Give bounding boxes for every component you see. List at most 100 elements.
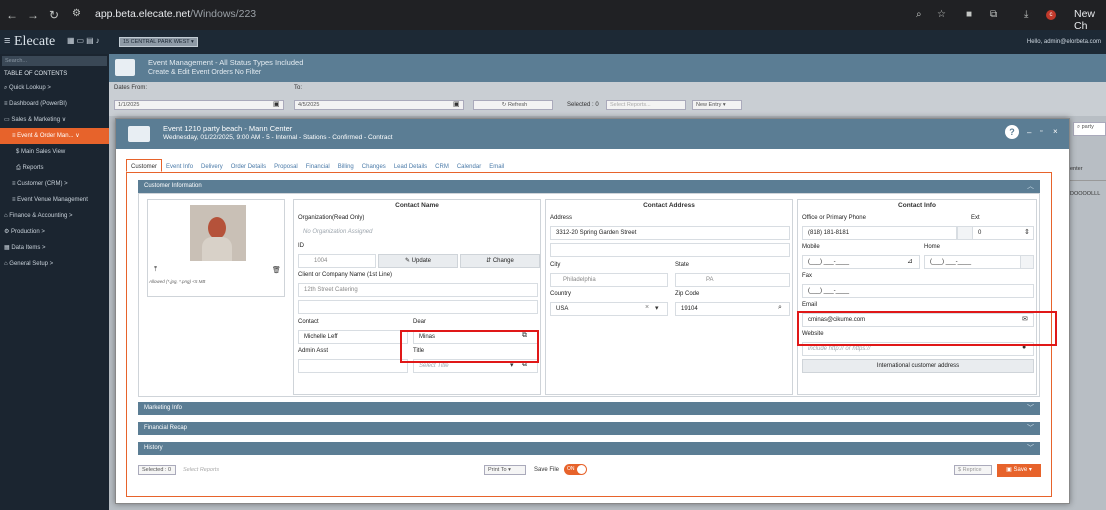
phone-field[interactable]: (818) 181-8181: [802, 226, 957, 240]
tab-customer[interactable]: Customer: [126, 159, 163, 172]
ext-label: Ext: [971, 215, 980, 221]
browser-toolbar: ← → ↻ ⚙ app.beta.elecate.net/Windows/223…: [0, 0, 1106, 32]
sidebar-item-sales-marketing[interactable]: ▭ Sales & Marketing ∨: [0, 112, 109, 128]
tab-calendar[interactable]: Calendar: [453, 160, 485, 173]
international-address-button[interactable]: International customer address: [802, 359, 1034, 373]
admin-asst-field[interactable]: [298, 359, 408, 373]
profile-avatar[interactable]: c: [1046, 10, 1056, 20]
city-field[interactable]: Philadelphia: [550, 273, 668, 287]
section-title: History: [144, 445, 163, 451]
client-line2-field[interactable]: [298, 300, 538, 314]
select-reports-input[interactable]: Select Reports...: [606, 100, 686, 110]
dates-from-input[interactable]: 1/1/2025: [114, 100, 284, 110]
home-field[interactable]: (___) ___-____: [924, 255, 1034, 269]
search-icon[interactable]: ⌕: [778, 304, 782, 312]
sidebar-item-dashboard[interactable]: ≡ Dashboard (PowerBI): [0, 96, 109, 112]
client-field[interactable]: 12th Street Catering: [298, 283, 538, 297]
property-select-value: 15 CENTRAL PARK WEST: [123, 39, 190, 45]
new-entry-button[interactable]: New Entry ▾: [692, 100, 742, 110]
upload-icon[interactable]: ⤒: [154, 266, 157, 274]
app-header: ≡ Elecate ▦▭▤♪ 15 CENTRAL PARK WEST ▾ He…: [0, 30, 1106, 54]
sidebar-item-reports[interactable]: ⎙ Reports: [0, 160, 109, 176]
sidebar-item-event-order[interactable]: ≡ Event & Order Man... ∨: [0, 128, 109, 144]
refresh-button[interactable]: ↻ Refresh: [473, 100, 553, 110]
page-title: Event Management - All Status Types Incl…: [148, 58, 304, 67]
save-file-toggle[interactable]: ON: [564, 464, 587, 475]
mobile-field[interactable]: (___) ___-____: [802, 255, 920, 269]
background-text: DOOOOLLL: [1070, 191, 1101, 197]
tab-email[interactable]: Email: [485, 160, 508, 173]
address-bar[interactable]: app.beta.elecate.net/Windows/223: [95, 8, 256, 20]
close-icon[interactable]: ×: [1053, 127, 1058, 136]
header-tools-icon[interactable]: ▦▭▤♪: [67, 36, 102, 45]
sms-icon[interactable]: ⊿: [907, 257, 913, 265]
tab-lead-details[interactable]: Lead Details: [390, 160, 431, 173]
minimize-icon[interactable]: –: [1027, 128, 1031, 137]
print-to-button[interactable]: Print To ▾: [484, 465, 526, 475]
chevron-down-icon[interactable]: ▾: [655, 304, 659, 312]
section-title: Marketing Info: [144, 405, 183, 411]
state-field[interactable]: PA: [675, 273, 790, 287]
new-chrome-button[interactable]: New Ch: [1074, 8, 1106, 32]
save-button[interactable]: ▣ Save ▾: [997, 464, 1041, 477]
zoom-icon[interactable]: ⌕: [916, 9, 922, 20]
site-settings-icon[interactable]: ⚙: [72, 8, 81, 19]
sidebar-item-data-items[interactable]: ▦ Data Items >: [0, 240, 109, 256]
dear-label: Dear: [413, 319, 427, 325]
calendar-icon[interactable]: ▣: [273, 100, 280, 108]
fax-field[interactable]: (___) ___-____: [802, 284, 1034, 298]
financial-recap-header[interactable]: Financial Recap ﹀: [138, 422, 1040, 435]
calendar-icon[interactable]: ▣: [453, 100, 460, 108]
country-select[interactable]: USA: [550, 302, 668, 316]
property-select[interactable]: 15 CENTRAL PARK WEST ▾: [119, 37, 198, 47]
help-icon[interactable]: ?: [1005, 125, 1019, 139]
download-icon[interactable]: ⤓: [1024, 9, 1028, 20]
bookmark-star-icon[interactable]: ☆: [937, 9, 946, 20]
clear-icon[interactable]: ×: [645, 304, 649, 311]
sidebar-item-production[interactable]: ⚙ Production >: [0, 224, 109, 240]
reload-icon[interactable]: ↻: [49, 8, 59, 22]
tab-changes[interactable]: Changes: [358, 160, 390, 173]
photo-figure-body: [202, 237, 232, 261]
change-button[interactable]: ⇵ Change: [460, 254, 540, 268]
highlight-email-field: [797, 311, 1057, 346]
maximize-icon[interactable]: ▫: [1040, 128, 1042, 135]
sidebar-search[interactable]: Search...: [2, 56, 107, 66]
tab-crm[interactable]: CRM: [431, 160, 453, 173]
hamburger-icon[interactable]: ≡: [4, 35, 10, 47]
right-search[interactable]: ⌕ party: [1073, 122, 1106, 136]
back-icon[interactable]: ←: [6, 8, 18, 22]
address-line2-field[interactable]: [550, 243, 790, 257]
tab-billing[interactable]: Billing: [334, 160, 358, 173]
tab-event-info[interactable]: Event Info: [162, 160, 197, 173]
tab-financial[interactable]: Financial: [302, 160, 334, 173]
sidebar-item-main-sales-view[interactable]: $ Main Sales View: [0, 144, 109, 160]
sidebar-item-general-setup[interactable]: ⌂ General Setup >: [0, 256, 109, 272]
update-button[interactable]: ✎ Update: [378, 254, 458, 268]
extension-icon[interactable]: ■: [966, 9, 972, 20]
marketing-info-header[interactable]: Marketing Info ﹀: [138, 402, 1040, 415]
customer-info-header[interactable]: Customer Information ︿: [138, 180, 1040, 193]
url-path: /Windows/223: [190, 8, 257, 20]
sidebar-item-finance[interactable]: ⌂ Finance & Accounting >: [0, 208, 109, 224]
contact-field[interactable]: Michelle Leff: [298, 330, 408, 344]
forward-icon[interactable]: →: [27, 8, 39, 22]
sidebar-item-quick-lookup[interactable]: ⌕ Quick Lookup >: [0, 80, 109, 96]
trash-icon[interactable]: 🗑: [272, 266, 281, 274]
tab-proposal[interactable]: Proposal: [270, 160, 302, 173]
tab-order-details[interactable]: Order Details: [227, 160, 270, 173]
sidebar-item-customer-crm[interactable]: ≡ Customer (CRM) >: [0, 176, 109, 192]
footer-select-reports[interactable]: Select Reports: [183, 467, 219, 473]
reprice-button[interactable]: $ Reprice: [954, 465, 992, 475]
history-header[interactable]: History ﹀: [138, 442, 1040, 455]
to-date-input[interactable]: 4/5/2025: [294, 100, 464, 110]
app-logo: Elecate: [14, 34, 56, 49]
customer-photo[interactable]: [190, 205, 246, 261]
page-header: Event Management - All Status Types Incl…: [109, 54, 1106, 82]
tab-delivery[interactable]: Delivery: [197, 160, 227, 173]
stepper-icon[interactable]: ⇕: [1024, 228, 1030, 236]
sidebar-item-event-venue[interactable]: ≡ Event Venue Management: [0, 192, 109, 208]
address-field[interactable]: 3312-20 Spring Garden Street: [550, 226, 790, 240]
zip-field[interactable]: 19104: [675, 302, 790, 316]
puzzle-icon[interactable]: ⧉: [990, 9, 997, 20]
